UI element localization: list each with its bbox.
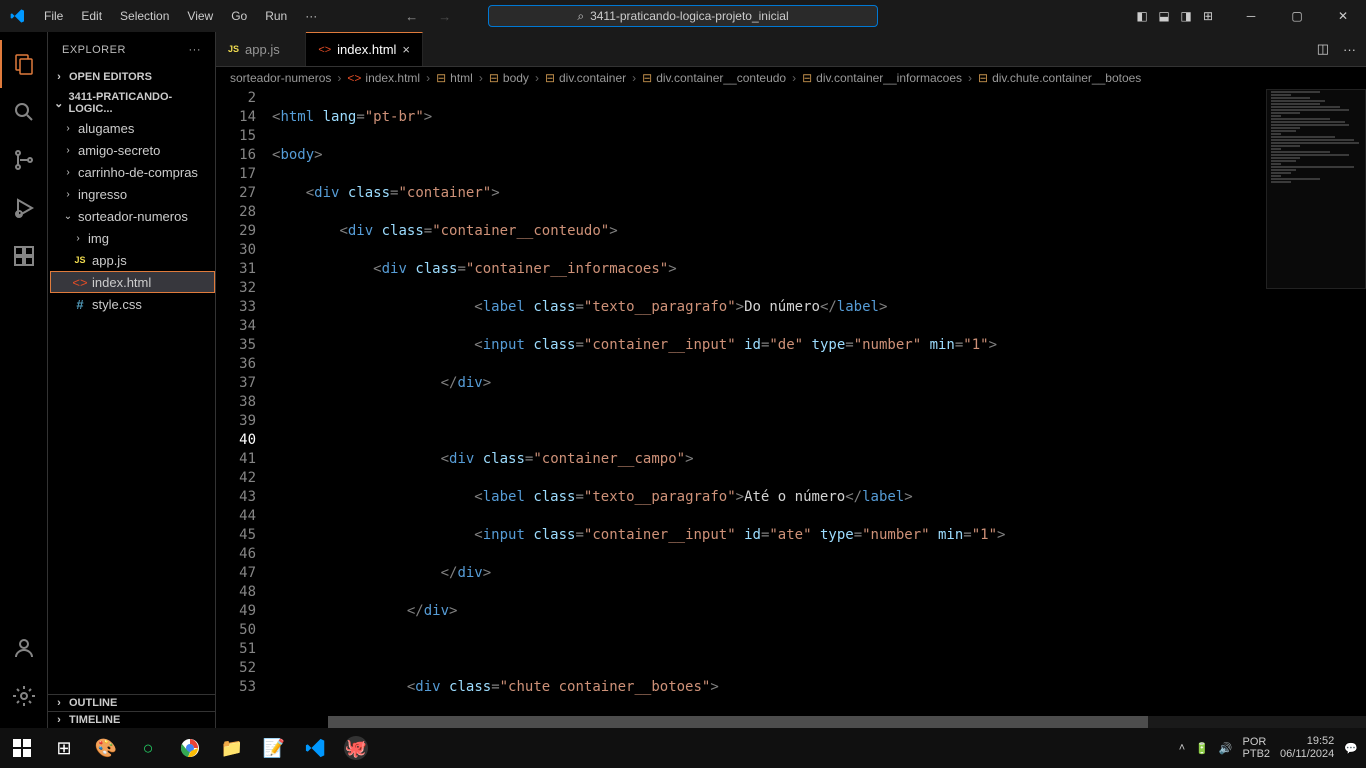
menu-view[interactable]: View: [179, 5, 221, 27]
toggle-secondary-sidebar-icon[interactable]: ◨: [1178, 9, 1194, 23]
folder-alugames[interactable]: ›alugames: [50, 117, 215, 139]
horizontal-scrollbar[interactable]: [328, 716, 1366, 728]
folder-carrinho-compras[interactable]: ›carrinho-de-compras: [50, 161, 215, 183]
explorer-sidebar: EXPLORER ··· ›OPEN EDITORS ⌄3411-PRATICA…: [48, 32, 216, 728]
folder-sorteador-numeros[interactable]: ⌄sorteador-numeros: [50, 205, 215, 227]
tray-volume-icon[interactable]: 🔊: [1219, 742, 1233, 755]
explorer-title: EXPLORER: [62, 44, 126, 56]
github-desktop-icon[interactable]: 🐙: [344, 736, 368, 760]
open-editors-section[interactable]: ›OPEN EDITORS: [48, 69, 215, 85]
layout-controls: ◧ ⬓ ◨ ⊞: [1134, 9, 1216, 23]
outline-label: OUTLINE: [69, 697, 117, 709]
start-button[interactable]: [8, 734, 36, 762]
tray-clock[interactable]: 19:5206/11/2024: [1280, 735, 1334, 761]
titlebar: File Edit Selection View Go Run ··· ← → …: [0, 0, 1366, 32]
timeline-label: TIMELINE: [69, 714, 120, 726]
editor-area: JSapp.js× <>index.html× ◫ ··· sorteador-…: [216, 32, 1366, 728]
breadcrumb-item[interactable]: div.chute.container__botoes: [992, 71, 1141, 85]
menu-selection[interactable]: Selection: [112, 5, 177, 27]
breadcrumb-item[interactable]: div.container__informacoes: [816, 71, 962, 85]
activity-explorer[interactable]: [0, 40, 48, 88]
activity-source-control[interactable]: [0, 136, 48, 184]
activity-accounts[interactable]: [0, 624, 48, 672]
activity-run-debug[interactable]: [0, 184, 48, 232]
nav-forward-icon[interactable]: →: [438, 9, 451, 24]
scrollbar-thumb[interactable]: [328, 716, 1148, 728]
sticky-notes-icon[interactable]: 📝: [260, 734, 288, 762]
search-text: 3411-praticando-logica-projeto_inicial: [590, 9, 789, 23]
code-body[interactable]: <html lang="pt-br"> <body> <div class="c…: [272, 89, 1366, 728]
close-button[interactable]: ✕: [1320, 0, 1366, 32]
breadcrumb[interactable]: sorteador-numeros› <>index.html› ⊟html› …: [216, 67, 1366, 89]
activity-bar: [0, 32, 48, 728]
editor-actions: ◫ ···: [1317, 32, 1366, 66]
file-app-js[interactable]: JSapp.js: [50, 249, 215, 271]
breadcrumb-item[interactable]: index.html: [365, 71, 420, 85]
timeline-section[interactable]: ›TIMELINE: [48, 711, 215, 728]
windows-taskbar: ⊞ 🎨 ○ 📁 📝 🐙 ˄ 🔋 🔊 PORPTB2 19:5206/11/202…: [0, 728, 1366, 768]
menu-go[interactable]: Go: [223, 5, 255, 27]
tab-label: index.html: [337, 42, 396, 57]
open-editors-label: OPEN EDITORS: [69, 71, 152, 83]
editor-tabs: JSapp.js× <>index.html× ◫ ···: [216, 32, 1366, 67]
nav-back-icon[interactable]: ←: [405, 9, 418, 24]
file-index-html[interactable]: <>index.html: [50, 271, 215, 293]
file-explorer-icon[interactable]: 📁: [218, 734, 246, 762]
breadcrumb-item[interactable]: body: [503, 71, 529, 85]
folder-ingresso[interactable]: ›ingresso: [50, 183, 215, 205]
vscode-taskbar-icon[interactable]: [302, 734, 330, 762]
tray-chevron-icon[interactable]: ˄: [1179, 742, 1185, 754]
breadcrumb-item[interactable]: html: [450, 71, 473, 85]
folder-img[interactable]: ›img: [50, 227, 215, 249]
explorer-more-icon[interactable]: ···: [189, 44, 202, 56]
activity-extensions[interactable]: [0, 232, 48, 280]
tab-index-html[interactable]: <>index.html×: [306, 32, 423, 66]
more-actions-icon[interactable]: ···: [1343, 42, 1356, 57]
breadcrumb-item[interactable]: div.container: [559, 71, 626, 85]
minimap[interactable]: [1266, 89, 1366, 289]
explorer-header: EXPLORER ···: [48, 32, 215, 67]
system-tray: ˄ 🔋 🔊 PORPTB2 19:5206/11/2024 💬: [1179, 735, 1358, 761]
window-controls: ─ ▢ ✕: [1228, 0, 1366, 32]
toggle-primary-sidebar-icon[interactable]: ◧: [1134, 9, 1150, 23]
main-area: EXPLORER ··· ›OPEN EDITORS ⌄3411-PRATICA…: [0, 32, 1366, 728]
folder-amigo-secreto[interactable]: ›amigo-secreto: [50, 139, 215, 161]
project-label: 3411-PRATICANDO-LOGIC...: [69, 91, 212, 115]
close-icon[interactable]: ×: [402, 42, 410, 57]
maximize-button[interactable]: ▢: [1274, 0, 1320, 32]
customize-layout-icon[interactable]: ⊞: [1200, 9, 1216, 23]
line-gutter: 2141516172728293031323334353637383940414…: [216, 89, 272, 728]
split-editor-icon[interactable]: ◫: [1317, 41, 1329, 57]
menu-run[interactable]: Run: [257, 5, 295, 27]
breadcrumb-item[interactable]: div.container__conteudo: [656, 71, 786, 85]
tab-label: app.js: [245, 42, 280, 57]
toggle-panel-icon[interactable]: ⬓: [1156, 9, 1172, 23]
tab-app-js[interactable]: JSapp.js×: [216, 32, 306, 66]
tray-battery-icon[interactable]: 🔋: [1195, 742, 1209, 755]
menubar: File Edit Selection View Go Run ···: [36, 5, 325, 27]
close-icon[interactable]: ×: [286, 42, 294, 57]
project-section[interactable]: ⌄3411-PRATICANDO-LOGIC...: [48, 89, 215, 117]
menu-more[interactable]: ···: [297, 5, 325, 27]
copilot-icon[interactable]: 🎨: [92, 734, 120, 762]
whatsapp-icon[interactable]: ○: [134, 734, 162, 762]
search-icon: ⌕: [577, 9, 584, 24]
menu-file[interactable]: File: [36, 5, 71, 27]
file-style-css[interactable]: #style.css: [50, 293, 215, 315]
tray-notifications-icon[interactable]: 💬: [1344, 742, 1358, 755]
vscode-logo-icon: [0, 8, 36, 24]
file-tree: ›alugames ›amigo-secreto ›carrinho-de-co…: [48, 117, 215, 315]
menu-edit[interactable]: Edit: [73, 5, 110, 27]
task-view-icon[interactable]: ⊞: [50, 734, 78, 762]
outline-section[interactable]: ›OUTLINE: [48, 695, 215, 711]
command-center[interactable]: ⌕ 3411-praticando-logica-projeto_inicial: [488, 5, 878, 27]
chrome-icon[interactable]: [176, 734, 204, 762]
tray-language[interactable]: PORPTB2: [1243, 736, 1271, 760]
minimize-button[interactable]: ─: [1228, 0, 1274, 32]
activity-search[interactable]: [0, 88, 48, 136]
breadcrumb-item[interactable]: sorteador-numeros: [230, 71, 331, 85]
code-editor[interactable]: 2141516172728293031323334353637383940414…: [216, 89, 1366, 728]
nav-arrows: ← →: [405, 9, 451, 24]
activity-settings[interactable]: [0, 672, 48, 720]
